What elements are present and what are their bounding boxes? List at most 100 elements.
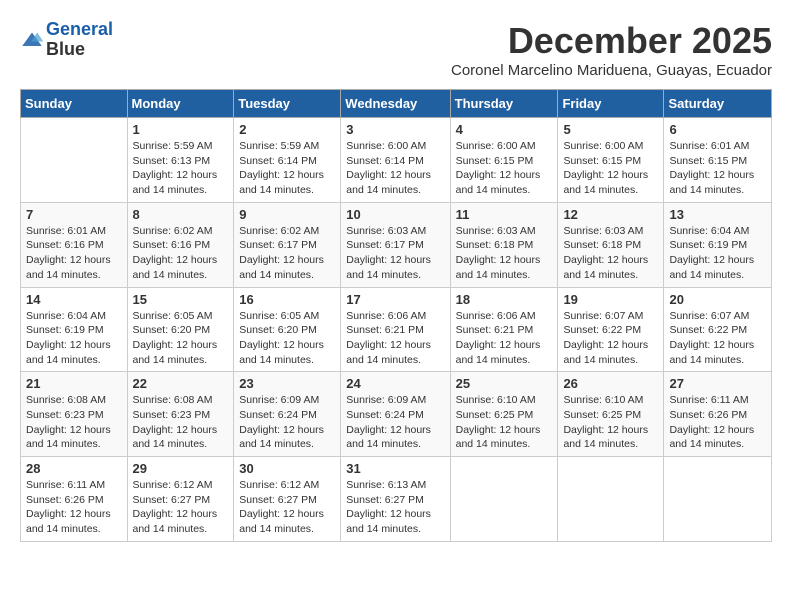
calendar-cell: 31 Sunrise: 6:13 AMSunset: 6:27 PMDayligh… — [341, 457, 450, 542]
calendar-cell: 17 Sunrise: 6:06 AMSunset: 6:21 PMDayligh… — [341, 287, 450, 372]
calendar-cell: 28 Sunrise: 6:11 AMSunset: 6:26 PMDayligh… — [21, 457, 128, 542]
day-number: 12 — [563, 207, 658, 222]
calendar-cell: 18 Sunrise: 6:06 AMSunset: 6:21 PMDayligh… — [450, 287, 558, 372]
header-monday: Monday — [127, 90, 234, 118]
day-info: Sunrise: 6:10 AMSunset: 6:25 PMDaylight:… — [456, 393, 553, 452]
header-sunday: Sunday — [21, 90, 128, 118]
day-number: 5 — [563, 122, 658, 137]
day-number: 30 — [239, 461, 335, 476]
day-number: 15 — [133, 292, 229, 307]
calendar-cell: 19 Sunrise: 6:07 AMSunset: 6:22 PMDayligh… — [558, 287, 664, 372]
day-info: Sunrise: 6:11 AMSunset: 6:26 PMDaylight:… — [26, 478, 122, 537]
week-row-4: 21 Sunrise: 6:08 AMSunset: 6:23 PMDayligh… — [21, 372, 772, 457]
day-info: Sunrise: 6:02 AMSunset: 6:16 PMDaylight:… — [133, 224, 229, 283]
day-number: 13 — [669, 207, 766, 222]
calendar-container: General Blue December 2025 Coronel Marce… — [20, 20, 772, 542]
header-thursday: Thursday — [450, 90, 558, 118]
calendar-cell: 29Sunrise: 6:12 AMSunset: 6:27 PMDayligh… — [127, 457, 234, 542]
calendar-cell: 16 Sunrise: 6:05 AMSunset: 6:20 PMDayligh… — [234, 287, 341, 372]
calendar-table: SundayMondayTuesdayWednesdayThursdayFrid… — [20, 89, 772, 542]
calendar-cell: 13 Sunrise: 6:04 AMSunset: 6:19 PMDayligh… — [664, 202, 772, 287]
calendar-cell: 1 Sunrise: 5:59 AMSunset: 6:13 PMDaylight… — [127, 118, 234, 203]
day-number: 16 — [239, 292, 335, 307]
title-section: December 2025 Coronel Marcelino Mariduen… — [451, 20, 772, 79]
calendar-cell: 10Sunrise: 6:03 AMSunset: 6:17 PMDayligh… — [341, 202, 450, 287]
day-number: 6 — [669, 122, 766, 137]
day-number: 4 — [456, 122, 553, 137]
day-number: 18 — [456, 292, 553, 307]
logo-line2: Blue — [46, 40, 113, 60]
day-number: 24 — [346, 376, 444, 391]
calendar-cell: 20Sunrise: 6:07 AMSunset: 6:22 PMDayligh… — [664, 287, 772, 372]
day-info: Sunrise: 6:08 AMSunset: 6:23 PMDaylight:… — [133, 393, 229, 452]
calendar-cell: 26 Sunrise: 6:10 AMSunset: 6:25 PMDayligh… — [558, 372, 664, 457]
day-info: Sunrise: 6:09 AMSunset: 6:24 PMDaylight:… — [239, 393, 335, 452]
day-number: 7 — [26, 207, 122, 222]
day-number: 31 — [346, 461, 444, 476]
day-info: Sunrise: 6:00 AMSunset: 6:15 PMDaylight:… — [456, 139, 553, 198]
day-number: 9 — [239, 207, 335, 222]
calendar-cell: 7 Sunrise: 6:01 AMSunset: 6:16 PMDaylight… — [21, 202, 128, 287]
day-info: Sunrise: 5:59 AMSunset: 6:13 PMDaylight:… — [133, 139, 229, 198]
calendar-cell: 4 Sunrise: 6:00 AMSunset: 6:15 PMDaylight… — [450, 118, 558, 203]
day-info: Sunrise: 6:03 AMSunset: 6:17 PMDaylight:… — [346, 224, 444, 283]
day-number: 22 — [133, 376, 229, 391]
calendar-cell: 14 Sunrise: 6:04 AMSunset: 6:19 PMDayligh… — [21, 287, 128, 372]
day-number: 25 — [456, 376, 553, 391]
calendar-cell: 25 Sunrise: 6:10 AMSunset: 6:25 PMDayligh… — [450, 372, 558, 457]
calendar-cell — [664, 457, 772, 542]
calendar-cell: 9 Sunrise: 6:02 AMSunset: 6:17 PMDaylight… — [234, 202, 341, 287]
day-number: 23 — [239, 376, 335, 391]
day-number: 19 — [563, 292, 658, 307]
calendar-cell: 5 Sunrise: 6:00 AMSunset: 6:15 PMDaylight… — [558, 118, 664, 203]
calendar-cell: 6 Sunrise: 6:01 AMSunset: 6:15 PMDaylight… — [664, 118, 772, 203]
week-row-1: 1 Sunrise: 5:59 AMSunset: 6:13 PMDaylight… — [21, 118, 772, 203]
day-info: Sunrise: 6:02 AMSunset: 6:17 PMDaylight:… — [239, 224, 335, 283]
week-row-5: 28 Sunrise: 6:11 AMSunset: 6:26 PMDayligh… — [21, 457, 772, 542]
day-info: Sunrise: 6:00 AMSunset: 6:15 PMDaylight:… — [563, 139, 658, 198]
day-number: 3 — [346, 122, 444, 137]
day-number: 8 — [133, 207, 229, 222]
day-info: Sunrise: 6:06 AMSunset: 6:21 PMDaylight:… — [456, 309, 553, 368]
day-info: Sunrise: 6:05 AMSunset: 6:20 PMDaylight:… — [239, 309, 335, 368]
day-number: 2 — [239, 122, 335, 137]
header-saturday: Saturday — [664, 90, 772, 118]
day-info: Sunrise: 6:09 AMSunset: 6:24 PMDaylight:… — [346, 393, 444, 452]
calendar-cell: 12 Sunrise: 6:03 AMSunset: 6:18 PMDayligh… — [558, 202, 664, 287]
day-number: 1 — [133, 122, 229, 137]
month-title: December 2025 — [451, 20, 772, 62]
day-number: 26 — [563, 376, 658, 391]
week-row-2: 7 Sunrise: 6:01 AMSunset: 6:16 PMDaylight… — [21, 202, 772, 287]
day-info: Sunrise: 6:13 AMSunset: 6:27 PMDaylight:… — [346, 478, 444, 537]
day-info: Sunrise: 6:03 AMSunset: 6:18 PMDaylight:… — [456, 224, 553, 283]
day-info: Sunrise: 6:10 AMSunset: 6:25 PMDaylight:… — [563, 393, 658, 452]
calendar-cell: 15 Sunrise: 6:05 AMSunset: 6:20 PMDayligh… — [127, 287, 234, 372]
calendar-cell: 11 Sunrise: 6:03 AMSunset: 6:18 PMDayligh… — [450, 202, 558, 287]
day-info: Sunrise: 6:01 AMSunset: 6:16 PMDaylight:… — [26, 224, 122, 283]
day-number: 17 — [346, 292, 444, 307]
day-info: Sunrise: 6:04 AMSunset: 6:19 PMDaylight:… — [669, 224, 766, 283]
header-tuesday: Tuesday — [234, 90, 341, 118]
day-info: Sunrise: 5:59 AMSunset: 6:14 PMDaylight:… — [239, 139, 335, 198]
day-number: 14 — [26, 292, 122, 307]
day-number: 11 — [456, 207, 553, 222]
day-info: Sunrise: 6:03 AMSunset: 6:18 PMDaylight:… — [563, 224, 658, 283]
day-number: 28 — [26, 461, 122, 476]
logo-line1: General — [46, 20, 113, 40]
logo: General Blue — [20, 20, 113, 60]
calendar-cell: 2 Sunrise: 5:59 AMSunset: 6:14 PMDaylight… — [234, 118, 341, 203]
calendar-cell: 21Sunrise: 6:08 AMSunset: 6:23 PMDayligh… — [21, 372, 128, 457]
header-wednesday: Wednesday — [341, 90, 450, 118]
calendar-cell: 30 Sunrise: 6:12 AMSunset: 6:27 PMDayligh… — [234, 457, 341, 542]
calendar-cell: 8 Sunrise: 6:02 AMSunset: 6:16 PMDaylight… — [127, 202, 234, 287]
day-info: Sunrise: 6:12 AMSunset: 6:27 PMDaylight:… — [239, 478, 335, 537]
calendar-cell — [21, 118, 128, 203]
day-info: Sunrise: 6:06 AMSunset: 6:21 PMDaylight:… — [346, 309, 444, 368]
day-number: 21 — [26, 376, 122, 391]
calendar-cell: 23 Sunrise: 6:09 AMSunset: 6:24 PMDayligh… — [234, 372, 341, 457]
day-info: Sunrise: 6:05 AMSunset: 6:20 PMDaylight:… — [133, 309, 229, 368]
day-info: Sunrise: 6:07 AMSunset: 6:22 PMDaylight:… — [563, 309, 658, 368]
header-row: SundayMondayTuesdayWednesdayThursdayFrid… — [21, 90, 772, 118]
day-info: Sunrise: 6:01 AMSunset: 6:15 PMDaylight:… — [669, 139, 766, 198]
day-info: Sunrise: 6:04 AMSunset: 6:19 PMDaylight:… — [26, 309, 122, 368]
